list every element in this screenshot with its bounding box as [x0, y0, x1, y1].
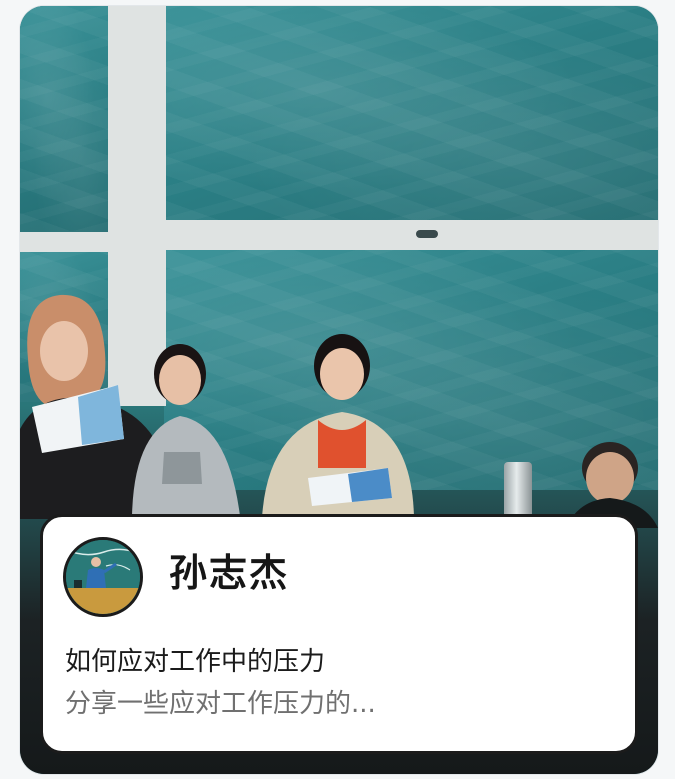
student-middle: [128, 334, 258, 516]
post-card[interactable]: 孙志杰 如何应对工作中的压力 分享一些应对工作压力的...: [20, 6, 658, 774]
post-excerpt: 分享一些应对工作压力的...: [65, 689, 376, 719]
water-bottle: [504, 462, 532, 518]
post-info-panel[interactable]: 孙志杰 如何应对工作中的压力 分享一些应对工作压力的...: [40, 514, 638, 754]
board-handle: [416, 230, 438, 238]
chalkboard-upper-left: [20, 6, 108, 232]
student-right: [256, 328, 416, 518]
author-avatar[interactable]: [63, 537, 143, 617]
avatar-image: [66, 540, 140, 614]
author-name[interactable]: 孙志杰: [169, 549, 289, 597]
post-title[interactable]: 如何应对工作中的压力: [65, 645, 325, 679]
board-frame-horizontal-left: [20, 232, 166, 252]
chalkboard-upper-right: [166, 6, 658, 220]
board-frame-horizontal-right: [166, 220, 658, 250]
